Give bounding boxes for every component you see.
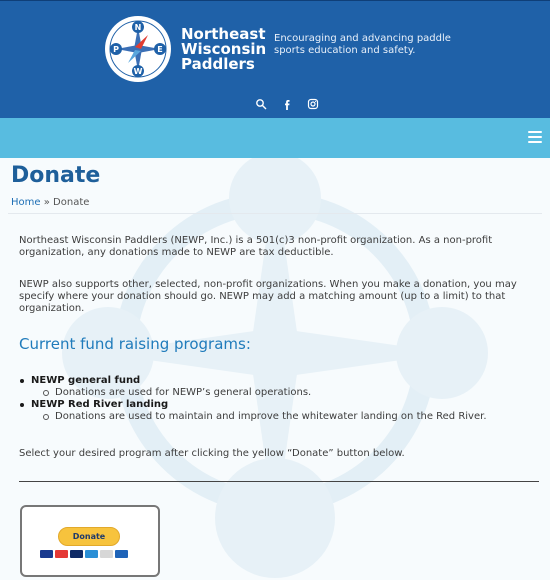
compass-e-label: E [157,45,162,54]
amex-card-icon [85,550,98,558]
donate-instruction: Select your desired program after clicki… [19,448,405,459]
compass-logo-icon: N P E W [105,16,171,82]
compass-w-label: W [134,67,143,76]
title-divider [8,213,542,214]
maestro-card-icon [70,550,83,558]
main-content: Donate Home » Donate Northeast Wisconsin… [0,158,550,580]
breadcrumb: Home » Donate [11,197,89,208]
facebook-icon[interactable] [281,98,293,110]
page-title: Donate [11,163,101,188]
instagram-icon[interactable] [307,98,319,110]
site-tagline: Encouraging and advancing paddle sports … [274,33,451,56]
breadcrumb-separator: » [43,197,50,208]
breadcrumb-home-link[interactable]: Home [11,197,41,208]
intro-paragraph-2: NEWP also supports other, selected, non-… [19,279,517,314]
search-icon[interactable] [255,98,267,110]
breadcrumb-current: Donate [53,197,90,208]
compass-n-label: N [135,23,142,32]
header-icons [255,98,319,110]
program-detail: Donations are used to maintain and impro… [19,411,539,423]
menu-icon[interactable] [528,131,542,143]
site-name[interactable]: Northeast Wisconsin Paddlers [181,27,266,72]
donate-button[interactable]: Donate [58,527,120,546]
donate-widget: Donate [20,505,160,577]
visa-card-icon [40,550,53,558]
compass-p-label: P [113,45,119,54]
program-title: NEWP Red River landing [19,399,539,411]
logo[interactable]: N P E W [104,15,172,83]
mastercard-icon [55,550,68,558]
site-header: N P E W Northeast Wisconsin Paddlers Enc… [0,0,550,119]
program-title: NEWP general fund [19,375,539,387]
intro-paragraph-1: Northeast Wisconsin Paddlers (NEWP, Inc.… [19,235,493,258]
program-detail: Donations are used for NEWP’s general op… [19,387,539,399]
site-name-line-3: Paddlers [181,55,255,73]
programs-heading: Current fund raising programs: [19,335,251,353]
jcb-card-icon [115,550,128,558]
discover-card-icon [100,550,113,558]
content-divider [19,481,539,482]
main-nav-bar [0,118,550,158]
payment-cards [40,550,128,558]
programs-list: NEWP general fund Donations are used for… [19,375,539,423]
